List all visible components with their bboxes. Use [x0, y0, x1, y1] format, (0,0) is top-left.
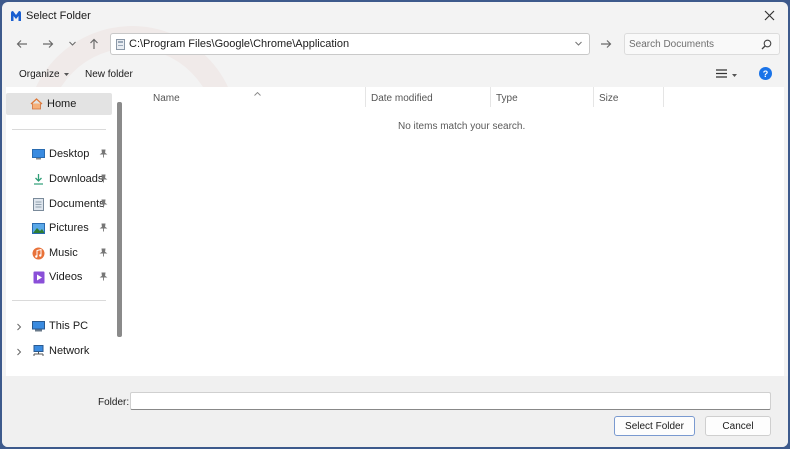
sidebar-divider: [12, 129, 106, 130]
caret-down-icon: [732, 69, 737, 81]
malwarebytes-logo-icon: [10, 10, 22, 22]
navigation-pane: Home Desktop Downloads Documents Picture…: [6, 87, 124, 376]
sidebar-item-label: Downloads: [49, 173, 104, 185]
address-dropdown-icon[interactable]: [574, 39, 583, 51]
pin-icon[interactable]: [99, 223, 108, 235]
up-button[interactable]: [84, 35, 104, 55]
arrow-up-icon: [88, 38, 100, 53]
column-header-date-modified[interactable]: Date modified: [371, 93, 433, 104]
sidebar-item-desktop[interactable]: Desktop: [6, 143, 112, 165]
sidebar-item-network[interactable]: Network: [6, 340, 112, 362]
sidebar-item-this-pc[interactable]: This PC: [6, 315, 112, 337]
sidebar-item-music[interactable]: Music: [6, 242, 112, 264]
content-area: Home Desktop Downloads Documents Picture…: [6, 87, 784, 376]
column-header-type[interactable]: Type: [496, 93, 518, 104]
chevron-right-icon[interactable]: [16, 347, 22, 359]
column-separator[interactable]: [593, 87, 594, 107]
arrow-right-icon: [42, 38, 54, 53]
organize-label: Organize: [19, 69, 60, 80]
organize-button[interactable]: Organize: [19, 69, 69, 80]
footer-panel: Folder: Select Folder Cancel: [2, 376, 788, 447]
sidebar-item-label: Music: [49, 247, 78, 259]
column-header-size[interactable]: Size: [599, 93, 618, 104]
sidebar-item-label: Desktop: [49, 148, 90, 160]
back-button[interactable]: [12, 35, 32, 55]
navigation-scrollbar[interactable]: [117, 102, 122, 337]
computer-icon: [32, 320, 45, 333]
arrow-left-icon: [16, 38, 28, 53]
select-folder-button[interactable]: Select Folder: [614, 416, 695, 436]
chevron-down-icon: [68, 39, 77, 51]
new-folder-label: New folder: [85, 69, 133, 80]
desktop-icon: [32, 148, 45, 161]
empty-message: No items match your search.: [398, 121, 526, 132]
address-bar[interactable]: [110, 33, 590, 55]
sidebar-item-label: Network: [49, 345, 90, 357]
close-icon: [764, 10, 775, 24]
sidebar-divider: [12, 300, 106, 301]
column-separator[interactable]: [490, 87, 491, 107]
chevron-right-icon[interactable]: [16, 322, 22, 334]
pin-icon[interactable]: [99, 174, 108, 186]
help-button[interactable]: ?: [759, 67, 772, 80]
sidebar-item-pictures[interactable]: Pictures: [6, 217, 112, 239]
pin-icon[interactable]: [99, 199, 108, 211]
sidebar-item-label: Videos: [49, 271, 83, 283]
caret-down-icon: [63, 69, 69, 80]
list-view-icon: [716, 69, 727, 81]
folder-name-input[interactable]: [130, 392, 771, 410]
sidebar-item-downloads[interactable]: Downloads: [6, 168, 112, 190]
forward-button[interactable]: [38, 35, 58, 55]
pictures-icon: [32, 222, 45, 235]
new-folder-button[interactable]: New folder: [85, 69, 133, 80]
videos-icon: [32, 271, 45, 284]
drive-icon: [116, 39, 125, 53]
search-box[interactable]: [624, 33, 780, 55]
search-input[interactable]: [629, 37, 757, 51]
sidebar-item-label: Pictures: [49, 222, 89, 234]
network-icon: [32, 345, 45, 358]
select-folder-dialog: PL risk.com Select Folder: [2, 2, 788, 447]
downloads-icon: [32, 173, 45, 186]
column-separator[interactable]: [663, 87, 664, 107]
sidebar-item-documents[interactable]: Documents: [6, 193, 112, 215]
sidebar-item-videos[interactable]: Videos: [6, 266, 112, 288]
address-input[interactable]: [129, 36, 569, 52]
sort-indicator-icon: [254, 87, 261, 99]
search-icon[interactable]: [761, 39, 772, 53]
music-icon: [32, 247, 45, 260]
folder-label: Folder:: [98, 397, 130, 408]
sidebar-item-home[interactable]: Home: [6, 93, 112, 115]
close-button[interactable]: [756, 6, 782, 28]
recent-locations-button[interactable]: [62, 35, 82, 55]
documents-icon: [32, 197, 45, 211]
go-button[interactable]: [596, 35, 616, 55]
pin-icon[interactable]: [99, 272, 108, 284]
column-header-name[interactable]: Name: [153, 93, 180, 104]
home-icon: [30, 98, 43, 111]
title-bar: Select Folder: [2, 2, 788, 30]
sidebar-item-label: This PC: [49, 320, 89, 332]
change-view-button[interactable]: [716, 67, 744, 83]
pin-icon[interactable]: [99, 149, 108, 161]
sidebar-item-label: Documents: [49, 198, 105, 210]
arrow-right-icon: [600, 38, 612, 53]
window-title: Select Folder: [26, 10, 91, 22]
pin-icon[interactable]: [99, 248, 108, 260]
cancel-button[interactable]: Cancel: [705, 416, 771, 436]
column-separator[interactable]: [365, 87, 366, 107]
sidebar-item-label: Home: [47, 98, 77, 110]
